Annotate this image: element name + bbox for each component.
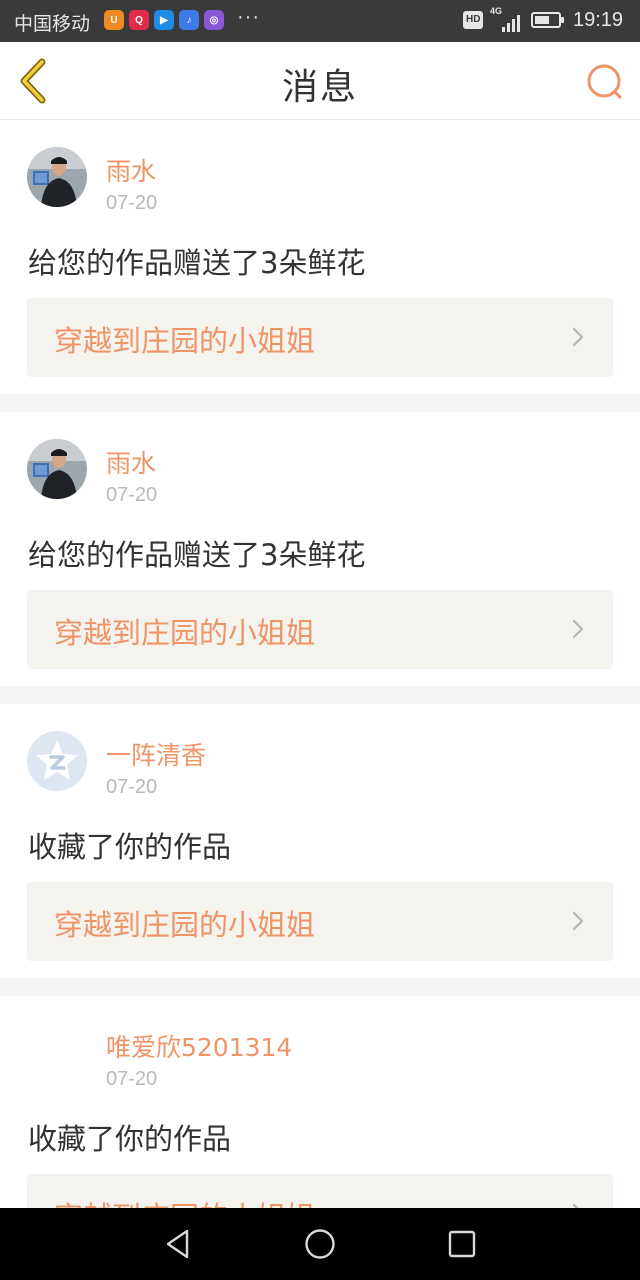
work-title: 穿越到庄园的小姐姐	[54, 1194, 315, 1208]
card-divider	[0, 394, 640, 412]
message-card: 雨水 07-20 给您的作品赠送了3朵鲜花 穿越到庄园的小姐姐	[0, 120, 640, 394]
recent-apps-square-icon[interactable]	[444, 1226, 480, 1262]
user-avatar[interactable]	[27, 731, 87, 791]
hd-voice-icon: HD	[463, 11, 484, 29]
message-date: 07-20	[106, 776, 158, 798]
message-card: 唯爱欣5201314 07-20 收藏了你的作品 穿越到庄园的小姐姐	[0, 996, 640, 1208]
user-avatar[interactable]	[27, 1023, 87, 1083]
message-text: 收藏了你的作品	[28, 830, 232, 864]
app-purple-icon: ◎	[204, 10, 224, 30]
sender-name[interactable]: 唯爱欣5201314	[106, 1028, 292, 1064]
work-title: 穿越到庄园的小姐姐	[54, 908, 316, 942]
message-text: 给您的作品赠送了3朵鲜花	[28, 538, 366, 572]
work-link-button[interactable]: 穿越到庄园的小姐姐	[27, 882, 613, 961]
back-triangle-icon[interactable]	[160, 1226, 196, 1262]
qzone-default-avatar-icon	[27, 731, 87, 791]
carrier-label: 中国移动	[14, 14, 91, 35]
music-red-icon: Q	[129, 10, 149, 30]
battery-icon	[531, 12, 564, 28]
network-type-label: 4G	[490, 6, 503, 16]
search-icon[interactable]	[584, 62, 624, 102]
uc-browser-icon: U	[104, 10, 124, 30]
signal-icon: 4G	[490, 6, 524, 34]
page-title: 消息	[281, 67, 358, 108]
user-avatar[interactable]	[27, 147, 87, 207]
user-photo-icon	[27, 147, 87, 207]
work-link-button[interactable]: 穿越到庄园的小姐姐	[27, 1174, 613, 1208]
message-text: 给您的作品赠送了3朵鲜花	[28, 246, 366, 280]
clock-label: 19:19	[573, 9, 624, 31]
message-date: 07-20	[106, 192, 158, 214]
chevron-right-icon	[572, 327, 584, 347]
sender-name[interactable]: 雨水	[106, 152, 156, 188]
message-card: 雨水 07-20 给您的作品赠送了3朵鲜花 穿越到庄园的小姐姐	[0, 412, 640, 686]
more-notifications-icon: ···	[237, 6, 260, 28]
status-bar: 中国移动 U Q ▶ ♪ ◎ ··· HD 4G 19:19	[0, 0, 640, 42]
sender-name[interactable]: 雨水	[106, 444, 156, 480]
top-app-bar: 消息	[0, 42, 640, 120]
card-divider	[0, 686, 640, 704]
sender-name[interactable]: 一阵清香	[106, 736, 206, 772]
work-link-button[interactable]: 穿越到庄园的小姐姐	[27, 298, 613, 377]
work-link-button[interactable]: 穿越到庄园的小姐姐	[27, 590, 613, 669]
home-circle-icon[interactable]	[302, 1226, 338, 1262]
work-title: 穿越到庄园的小姐姐	[54, 324, 316, 358]
youku-icon: ▶	[154, 10, 174, 30]
chevron-right-icon	[572, 911, 584, 931]
user-avatar[interactable]	[27, 439, 87, 499]
work-title: 穿越到庄园的小姐姐	[54, 616, 316, 650]
message-text: 收藏了你的作品	[28, 1122, 232, 1156]
message-card: 一阵清香 07-20 收藏了你的作品 穿越到庄园的小姐姐	[0, 704, 640, 978]
user-photo-icon	[27, 439, 87, 499]
card-divider	[0, 978, 640, 996]
message-date: 07-20	[106, 484, 158, 506]
music-blue-icon: ♪	[179, 10, 199, 30]
notification-app-icons: U Q ▶ ♪ ◎	[104, 10, 224, 30]
system-navigation-bar	[0, 1208, 640, 1280]
message-list[interactable]: 雨水 07-20 给您的作品赠送了3朵鲜花 穿越到庄园的小姐姐 雨水 07-20	[0, 120, 640, 1208]
chevron-right-icon	[572, 619, 584, 639]
message-date: 07-20	[106, 1068, 158, 1090]
